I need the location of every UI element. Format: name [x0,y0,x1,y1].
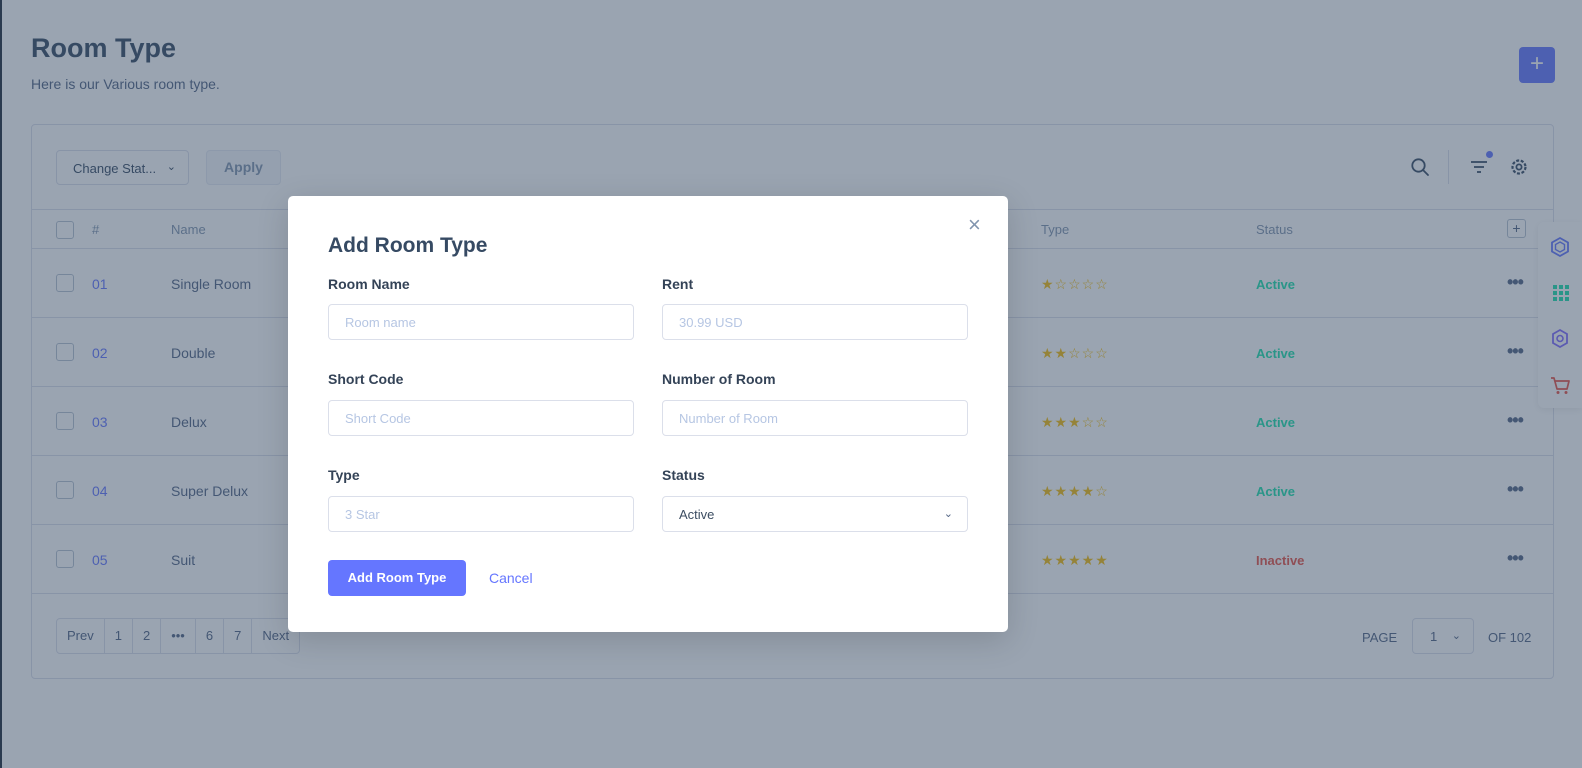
rent-label: Rent [662,276,694,292]
number-of-room-label: Number of Room [662,371,776,387]
close-icon[interactable]: × [968,214,981,236]
type-input[interactable]: 3 Star [328,496,634,532]
modal-title: Add Room Type [328,234,488,257]
status-select[interactable]: Active ⌄ [662,496,968,532]
cancel-link[interactable]: Cancel [489,570,533,586]
type-label: Type [328,467,360,483]
rent-input[interactable]: 30.99 USD [662,304,968,340]
chevron-down-icon: ⌄ [943,508,953,520]
short-code-label: Short Code [328,371,404,387]
room-name-label: Room Name [328,276,410,292]
status-label: Status [662,467,705,483]
status-select-value: Active [679,507,715,522]
short-code-input[interactable]: Short Code [328,400,634,436]
add-room-type-modal: × Add Room Type Room Name Room name Rent… [288,196,1008,632]
number-of-room-input[interactable]: Number of Room [662,400,968,436]
add-room-type-submit-button[interactable]: Add Room Type [328,560,466,596]
room-name-input[interactable]: Room name [328,304,634,340]
